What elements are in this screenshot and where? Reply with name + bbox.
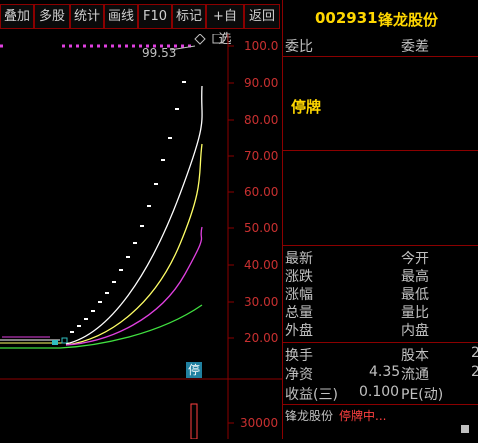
volume-bar (190, 403, 198, 440)
net-asset-label: 净资 (285, 367, 313, 383)
ticker-name[interactable]: 锋龙股份 (285, 407, 333, 424)
high-label: 最高 (401, 269, 429, 285)
y-tick-80: 80.00 (244, 113, 279, 127)
divider (283, 150, 478, 151)
outer-label: 外盘 (285, 323, 313, 339)
draw-line-button[interactable]: 画线 (104, 4, 138, 29)
change-pct-label: 涨幅 (285, 287, 313, 303)
open-label: 今开 (401, 251, 429, 267)
marker-box (212, 33, 224, 44)
turnover-label: 换手 (285, 348, 313, 364)
share-capital-label: 股本 (401, 348, 429, 364)
mark-button[interactable]: 标记 (172, 4, 206, 29)
halt-status: 停牌 (291, 98, 322, 116)
add-watchlist-button[interactable]: +自选 (206, 4, 244, 47)
f10-button[interactable]: F10 (138, 4, 172, 29)
divider (283, 245, 478, 246)
y-tick-70: 70.00 (244, 149, 279, 163)
pe-label: PE(动) (401, 387, 444, 403)
y-tick-50: 50.00 (244, 221, 279, 235)
weibi-label: 委比 (285, 39, 313, 55)
stock-header: 002931 锋龙股份 (282, 0, 478, 34)
divider (283, 404, 478, 405)
change-label: 涨跌 (285, 269, 313, 285)
flat-candles (0, 336, 70, 345)
y-tick-100: 100.0 (244, 39, 279, 53)
marker-diamond (194, 33, 206, 45)
ma10-line (65, 143, 203, 346)
multi-stock-button[interactable]: 多股 (34, 4, 70, 29)
eps-label: 收益(三) (285, 387, 338, 403)
volume-label: 总量 (285, 305, 313, 321)
divider (283, 342, 478, 343)
stock-code: 002931 (315, 9, 378, 27)
divider (283, 56, 478, 57)
y-tick-marks (228, 45, 234, 424)
y-tick-30: 30.00 (244, 295, 279, 309)
y-tick-20: 20.00 (244, 331, 279, 345)
float-label: 流通 (401, 367, 429, 383)
latest-label: 最新 (285, 251, 313, 267)
overlay-button[interactable]: 叠加 (0, 4, 34, 29)
back-button[interactable]: 返回 (244, 4, 280, 29)
ma60-line (0, 304, 203, 349)
y-tick-90: 90.00 (244, 76, 279, 90)
ma5-line (65, 85, 203, 345)
y-tick-60: 60.00 (244, 185, 279, 199)
volume-ratio-label: 量比 (401, 305, 429, 321)
stock-name: 锋龙股份 (378, 11, 439, 29)
stats-button[interactable]: 统计 (70, 4, 104, 29)
kline-chart[interactable]: 99.53 100.0 90.00 80.00 70.00 60.00 50.0… (0, 33, 282, 440)
share-capital-value: 2 (471, 345, 478, 361)
chart-svg (0, 33, 282, 440)
volume-tick: 30000 (240, 416, 279, 430)
toolbar: 叠加 多股 统计 画线 F10 标记 +自选 返回 (0, 0, 282, 47)
high-price-label: 99.53 (142, 46, 177, 60)
halt-badge: 停 (186, 362, 202, 378)
float-value: 2 (471, 364, 478, 380)
weicha-label: 委差 (401, 39, 429, 55)
inner-label: 内盘 (401, 323, 429, 339)
net-asset-value: 4.35 (369, 364, 401, 380)
eps-value: 0.100 (359, 384, 400, 400)
scroll-indicator[interactable] (461, 425, 469, 433)
y-tick-40: 40.00 (244, 258, 279, 272)
ticker-status: 停牌中... (339, 409, 387, 423)
quote-panel: 委比 委差 停牌 最新 今开 涨跌 最高 涨幅 最低 总量 量比 外盘 内盘 换… (282, 34, 478, 439)
low-label: 最低 (401, 287, 429, 303)
